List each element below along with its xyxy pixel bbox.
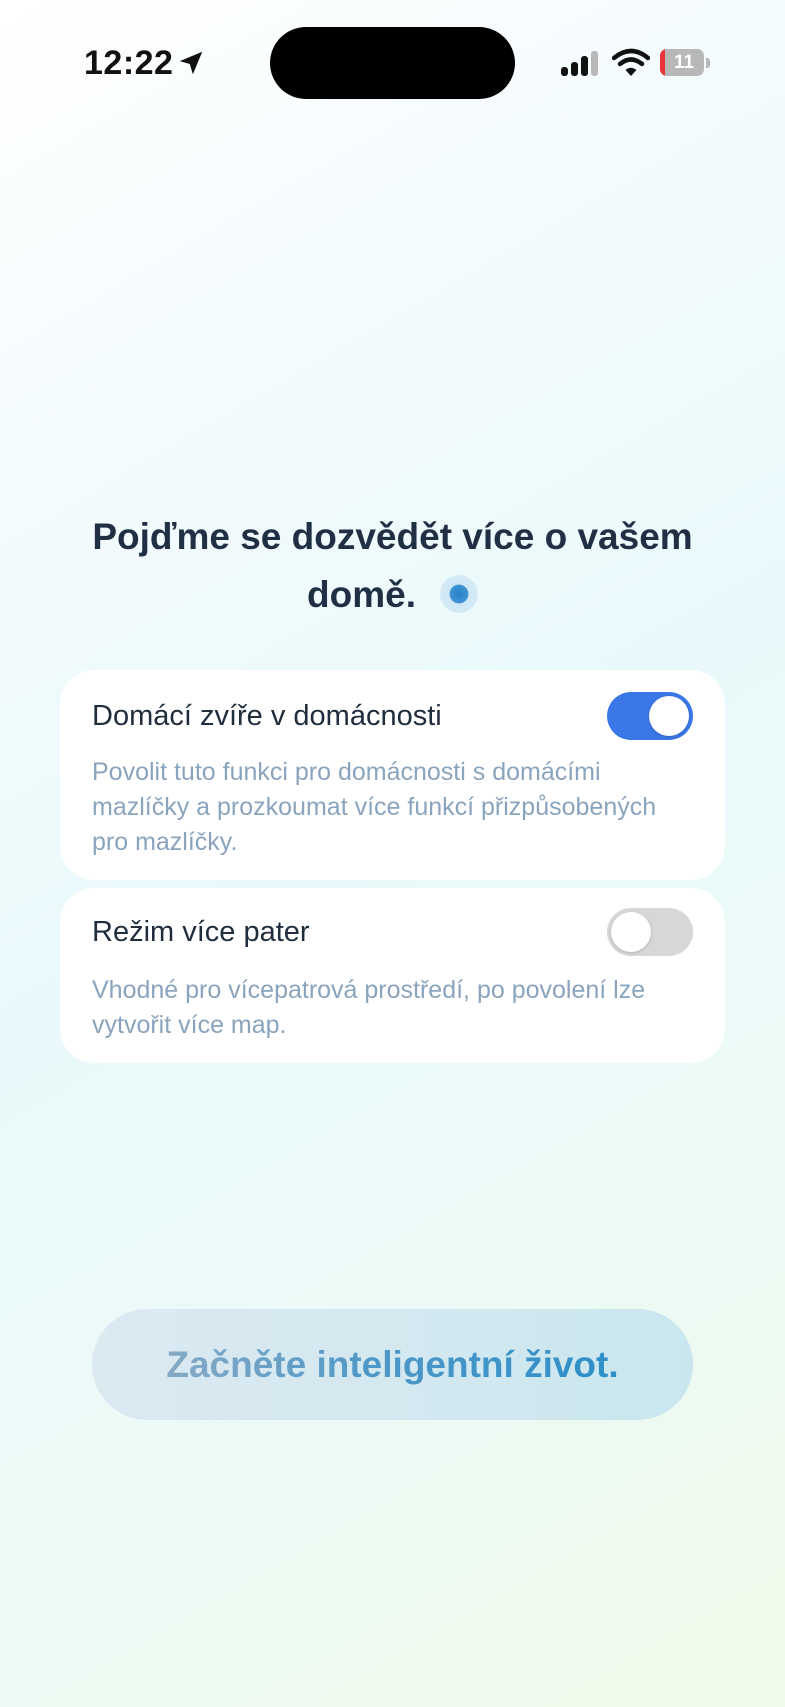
dynamic-island	[270, 27, 515, 99]
page-title: Pojďme se dozvědět více o vašem domě.	[60, 508, 725, 624]
status-time: 12:22	[84, 44, 174, 82]
setting-title-multi-floor: Režim více pater	[92, 916, 310, 948]
setting-title-pets: Domácí zvíře v domácnosti	[92, 700, 442, 732]
setting-description-multi-floor: Vhodné pro vícepatrová prostředí, po pov…	[92, 976, 646, 1039]
battery-level: 11	[673, 52, 695, 73]
toggle-knob	[611, 912, 651, 952]
pets-toggle[interactable]	[607, 692, 693, 740]
loading-dot-icon	[439, 575, 478, 614]
toggle-knob	[649, 696, 689, 736]
wifi-icon	[612, 48, 650, 76]
status-bar: 12:22 11	[0, 0, 785, 130]
setting-card-multi-floor: Režim více pater Vhodné pro vícepatrová …	[60, 888, 725, 1063]
start-button-label: Začněte inteligentní život.	[166, 1344, 619, 1385]
setting-card-pets: Domácí zvíře v domácnosti Povolit tuto f…	[60, 670, 725, 880]
setting-description-pets: Povolit tuto funkci pro domácnosti s dom…	[92, 758, 657, 856]
battery-icon: 11	[660, 49, 710, 76]
page-title-text: Pojďme se dozvědět více o vašem domě.	[92, 516, 693, 615]
start-smart-life-button[interactable]: Začněte inteligentní život.	[92, 1309, 693, 1420]
multi-floor-toggle[interactable]	[607, 908, 693, 956]
cellular-signal-icon	[561, 51, 598, 76]
location-arrow-icon	[179, 51, 203, 75]
